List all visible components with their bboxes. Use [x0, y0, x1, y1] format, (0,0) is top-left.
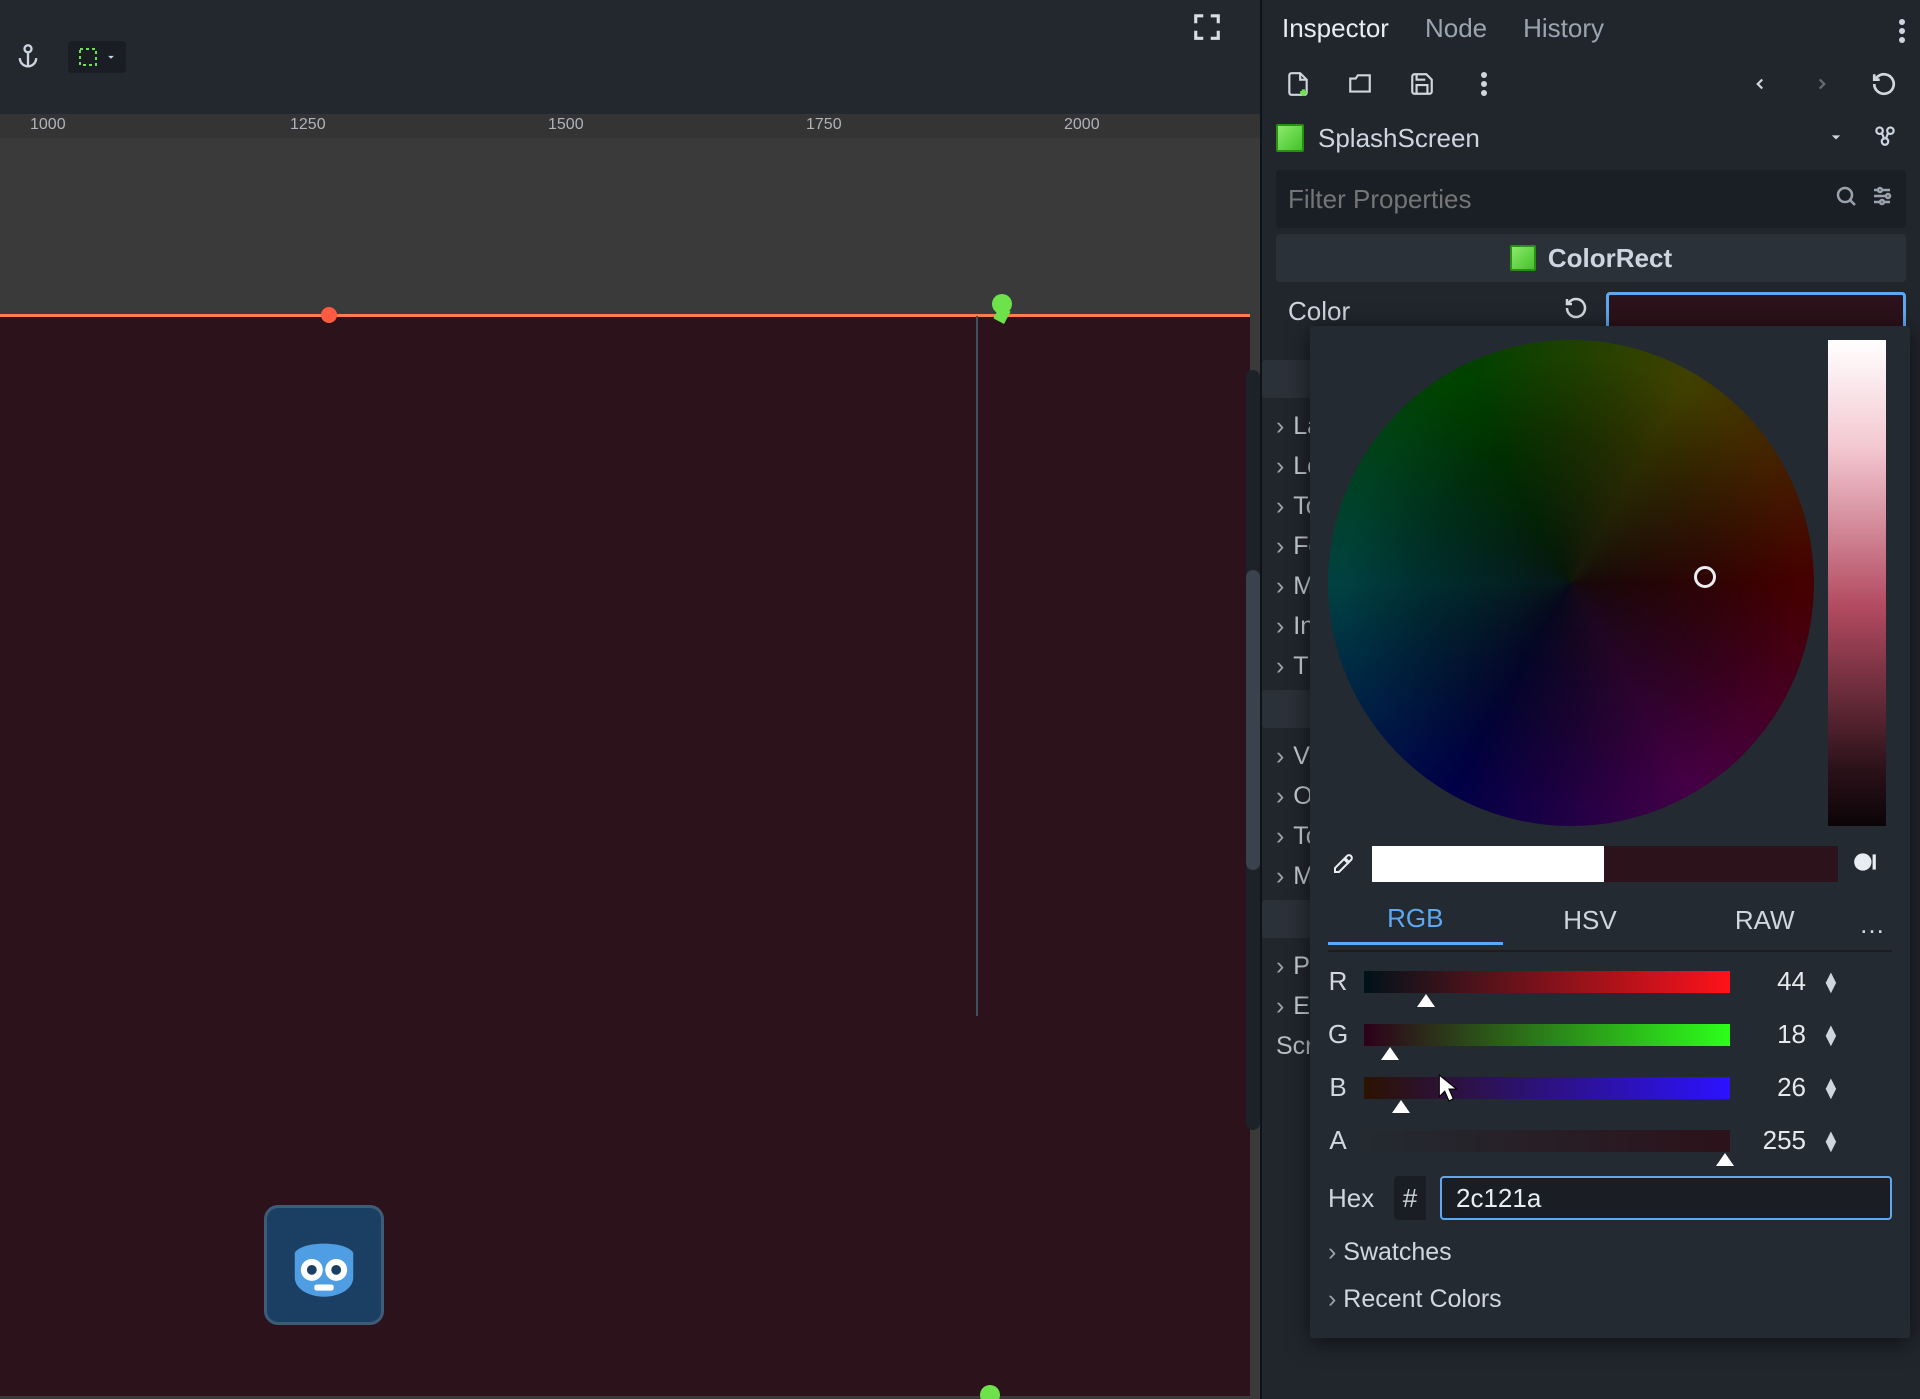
overflow-icon[interactable]: [1898, 18, 1906, 51]
scale-handle[interactable]: [980, 1385, 1000, 1399]
spinbox-icon[interactable]: ▲▼: [1822, 1025, 1840, 1045]
inspector-toolbar: [1262, 56, 1920, 112]
ruler-tick: 1750: [806, 116, 842, 134]
current-color[interactable]: [1604, 846, 1838, 882]
ruler-horizontal: 1000 1250 1500 1750 2000: [0, 114, 1260, 138]
ruler-tick: 1000: [30, 116, 66, 134]
history-forward-icon[interactable]: [1808, 70, 1836, 98]
section-title: ColorRect: [1548, 243, 1672, 274]
history-back-icon[interactable]: [1746, 70, 1774, 98]
reload-icon[interactable]: [1870, 70, 1898, 98]
canvas-colorrect[interactable]: [0, 316, 1250, 1396]
eyedropper-icon[interactable]: [1328, 852, 1358, 876]
anchor-icon[interactable]: [8, 37, 48, 77]
channel-label: B: [1328, 1072, 1348, 1103]
hex-row: Hex #: [1328, 1176, 1892, 1220]
channel-value[interactable]: 44: [1746, 966, 1806, 997]
spinbox-icon[interactable]: ▲▼: [1822, 1131, 1840, 1151]
value-strip[interactable]: [1828, 340, 1886, 826]
swatches-expander[interactable]: Swatches: [1328, 1238, 1892, 1267]
channel-value[interactable]: 255: [1746, 1125, 1806, 1156]
picker-shape-toggle-icon[interactable]: [1852, 849, 1878, 880]
tab-rgb[interactable]: RGB: [1328, 903, 1503, 945]
new-resource-icon[interactable]: [1284, 70, 1312, 98]
slider-track[interactable]: [1364, 1077, 1730, 1099]
section-colorrect[interactable]: ColorRect: [1276, 234, 1906, 282]
channel-label: A: [1328, 1125, 1348, 1156]
color-wheel[interactable]: [1328, 340, 1814, 826]
tab-inspector[interactable]: Inspector: [1282, 13, 1389, 44]
slider-green: G 18 ▲▼: [1328, 1019, 1892, 1050]
filter-properties-row: [1276, 170, 1906, 228]
current-node-name: SplashScreen: [1318, 123, 1480, 154]
open-resource-icon[interactable]: [1346, 70, 1374, 98]
selection-edge: [0, 314, 1250, 317]
ruler-tick: 1500: [548, 116, 584, 134]
fullscreen-icon[interactable]: [1192, 12, 1222, 47]
color-picker-popup: RGB HSV RAW … R 44 ▲▼ G 18 ▲▼: [1310, 326, 1910, 1338]
viewport-scrollbar[interactable]: [1246, 370, 1260, 1130]
control-node-icon: [1276, 124, 1304, 152]
scale-handle[interactable]: [992, 294, 1012, 314]
editor-2d-viewport[interactable]: 1000 1250 1500 1750 2000: [0, 0, 1260, 1399]
ruler-tick: 2000: [1064, 116, 1100, 134]
search-icon[interactable]: [1834, 184, 1858, 215]
previous-color[interactable]: [1372, 846, 1604, 882]
slider-track[interactable]: [1364, 1130, 1730, 1152]
channel-value[interactable]: 26: [1746, 1072, 1806, 1103]
recent-colors-expander[interactable]: Recent Colors: [1328, 1285, 1892, 1314]
ruler-tick: 1250: [290, 116, 326, 134]
save-resource-icon[interactable]: [1408, 70, 1436, 98]
spinbox-icon[interactable]: ▲▼: [1822, 1078, 1840, 1098]
hex-input[interactable]: [1440, 1176, 1892, 1220]
inspector-panel: Inspector Node History SplashScreen: [1260, 0, 1920, 1399]
current-node-row[interactable]: SplashScreen: [1262, 112, 1920, 164]
channel-label: R: [1328, 966, 1348, 997]
revert-icon[interactable]: [1564, 296, 1588, 327]
filter-properties-input[interactable]: [1288, 184, 1822, 215]
godot-logo: [264, 1205, 384, 1325]
color-mode-tabs: RGB HSV RAW …: [1328, 898, 1892, 952]
tab-node[interactable]: Node: [1425, 13, 1487, 44]
color-wheel-handle[interactable]: [1694, 566, 1716, 588]
selection-mode-dropdown[interactable]: [68, 41, 126, 73]
viewport-toolbar: [0, 0, 1260, 114]
channel-value[interactable]: 18: [1746, 1019, 1806, 1050]
mode-overflow-icon[interactable]: …: [1852, 909, 1892, 940]
channel-label: G: [1328, 1019, 1348, 1050]
hex-label: Hex: [1328, 1183, 1380, 1214]
dock-tabs: Inspector Node History: [1262, 0, 1920, 56]
tab-raw[interactable]: RAW: [1677, 905, 1852, 944]
transform-handle[interactable]: [321, 307, 337, 323]
open-docs-icon[interactable]: [1872, 122, 1898, 155]
slider-red: R 44 ▲▼: [1328, 966, 1892, 997]
spinbox-icon[interactable]: ▲▼: [1822, 972, 1840, 992]
slider-blue: B 26 ▲▼: [1328, 1072, 1892, 1103]
slider-track[interactable]: [1364, 971, 1730, 993]
extra-options-icon[interactable]: [1470, 70, 1498, 98]
slider-track[interactable]: [1364, 1024, 1730, 1046]
guide-line-vertical: [976, 316, 978, 1016]
color-compare: [1372, 846, 1838, 882]
chevron-down-icon[interactable]: [1826, 123, 1846, 154]
tab-history[interactable]: History: [1523, 13, 1604, 44]
color-swatch[interactable]: [1606, 292, 1906, 330]
tab-hsv[interactable]: HSV: [1503, 905, 1678, 944]
property-label: Color: [1288, 296, 1498, 327]
hex-hash: #: [1394, 1176, 1426, 1220]
filter-options-icon[interactable]: [1870, 184, 1894, 215]
colorrect-icon: [1510, 245, 1536, 271]
slider-alpha: A 255 ▲▼: [1328, 1125, 1892, 1156]
